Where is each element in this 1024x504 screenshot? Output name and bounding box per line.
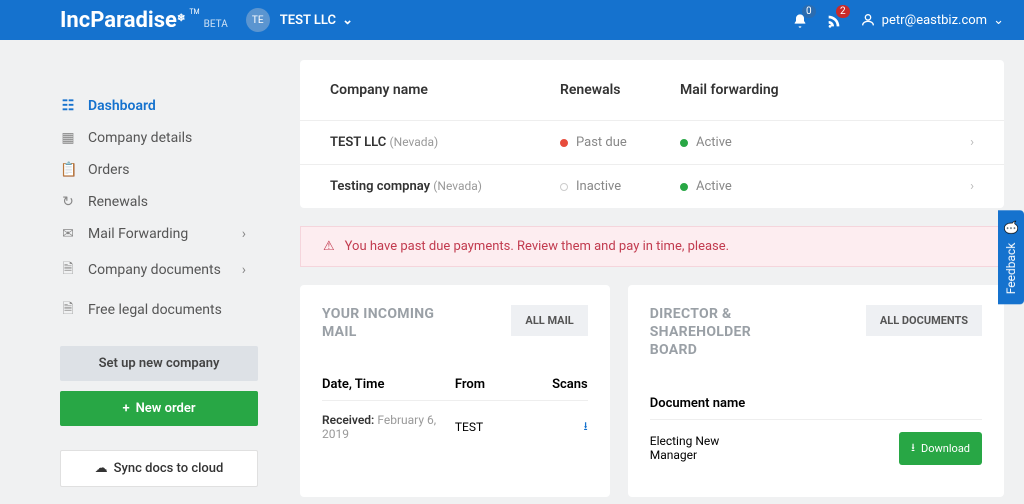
col-company-name: Company name bbox=[330, 82, 560, 98]
col-mail: Mail forwarding bbox=[680, 82, 830, 98]
all-documents-button[interactable]: ALL DOCUMENTS bbox=[866, 305, 982, 336]
incoming-mail-panel: YOUR INCOMING MAIL ALL MAIL Date, Time F… bbox=[300, 285, 610, 497]
main-content: Company name Renewals Mail forwarding TE… bbox=[280, 40, 1024, 497]
feed-button[interactable]: 2 bbox=[826, 11, 842, 30]
feedback-tab[interactable]: Feedback 💬 bbox=[998, 210, 1024, 304]
building-icon: ▦ bbox=[60, 130, 76, 146]
notif-badge: 0 bbox=[802, 5, 816, 18]
sidebar-item-mail-forwarding[interactable]: ✉Mail Forwarding› bbox=[60, 218, 280, 250]
status-dot-gray bbox=[560, 183, 568, 191]
chevron-down-icon: ⌄ bbox=[993, 13, 1004, 28]
sidebar-item-renewals[interactable]: ↻Renewals bbox=[60, 186, 280, 218]
mail-col-date: Date, Time bbox=[322, 377, 455, 392]
feed-badge: 2 bbox=[836, 5, 850, 18]
new-order-button[interactable]: +New order bbox=[60, 391, 258, 426]
company-avatar: TE bbox=[246, 8, 270, 32]
logo: IncParadise❄ bbox=[60, 8, 185, 33]
plus-icon: + bbox=[122, 401, 129, 416]
status-dot-red bbox=[560, 139, 568, 147]
sync-docs-button[interactable]: ☁Sync docs to cloud bbox=[60, 450, 258, 487]
beta-label: BETA bbox=[204, 19, 228, 30]
mail-col-from: From bbox=[455, 377, 535, 392]
panel-title: YOUR INCOMING MAIL bbox=[322, 305, 462, 341]
mail-col-scans: Scans bbox=[535, 377, 588, 392]
logo-flake-icon: ❄ bbox=[177, 13, 185, 24]
sidebar-item-company-details[interactable]: ▦Company details bbox=[60, 122, 280, 154]
status-dot-green bbox=[680, 183, 688, 191]
chevron-right-icon: › bbox=[830, 135, 974, 150]
sidebar-item-free-legal-documents[interactable]: 🗎Free legal documents bbox=[60, 290, 280, 330]
all-mail-button[interactable]: ALL MAIL bbox=[511, 305, 587, 336]
clipboard-icon: 📋 bbox=[60, 162, 76, 178]
document-icon: 🗎 bbox=[60, 258, 76, 282]
chevron-right-icon: › bbox=[830, 179, 974, 194]
download-icon[interactable]: ⭳ bbox=[584, 419, 588, 433]
chevron-down-icon: ⌄ bbox=[342, 13, 353, 28]
chevron-right-icon: › bbox=[242, 262, 246, 278]
past-due-alert: ⚠ You have past due payments. Review the… bbox=[300, 226, 1004, 267]
download-button[interactable]: ⭳Download bbox=[899, 432, 982, 465]
table-row[interactable]: TEST LLC (Nevada) Past due Active › bbox=[300, 120, 1004, 164]
companies-table: Company name Renewals Mail forwarding TE… bbox=[300, 60, 1004, 208]
sidebar-item-dashboard[interactable]: ☷Dashboard bbox=[60, 90, 280, 122]
download-icon: ⭳ bbox=[911, 439, 915, 458]
chevron-right-icon: › bbox=[242, 226, 246, 242]
dashboard-icon: ☷ bbox=[60, 98, 76, 114]
table-row[interactable]: Testing compnay (Nevada) Inactive Active… bbox=[300, 164, 1004, 208]
company-selector[interactable]: TEST LLC ⌄ bbox=[280, 13, 353, 28]
sidebar-item-company-documents[interactable]: 🗎Company documents› bbox=[60, 250, 280, 290]
setup-company-button[interactable]: Set up new company bbox=[60, 346, 258, 381]
top-header: IncParadise❄ TM BETA TE TEST LLC ⌄ 0 2 p… bbox=[0, 0, 1024, 40]
user-icon bbox=[860, 12, 876, 28]
chat-icon: 💬 bbox=[1004, 220, 1018, 235]
warning-icon: ⚠ bbox=[323, 239, 335, 254]
cloud-icon: ☁ bbox=[95, 461, 108, 476]
sidebar-item-orders[interactable]: 📋Orders bbox=[60, 154, 280, 186]
doc-col-name: Document name bbox=[650, 388, 982, 419]
envelope-icon: ✉ bbox=[60, 226, 76, 242]
col-renewals: Renewals bbox=[560, 82, 680, 98]
doc-row: Electing New Manager ⭳Download bbox=[650, 419, 982, 477]
user-menu[interactable]: petr@eastbiz.com ⌄ bbox=[860, 12, 1004, 28]
notifications-button[interactable]: 0 bbox=[792, 11, 808, 30]
status-dot-green bbox=[680, 139, 688, 147]
tm-label: TM bbox=[189, 8, 199, 16]
panel-title: DIRECTOR & SHAREHOLDER BOARD bbox=[650, 305, 790, 360]
refresh-icon: ↻ bbox=[60, 194, 76, 210]
sidebar: ☷Dashboard ▦Company details 📋Orders ↻Ren… bbox=[0, 40, 280, 497]
mail-row: Received: February 6, 2019 TEST ⭳ bbox=[322, 400, 588, 453]
director-board-panel: DIRECTOR & SHAREHOLDER BOARD ALL DOCUMEN… bbox=[628, 285, 1004, 497]
document-icon: 🗎 bbox=[60, 298, 76, 322]
